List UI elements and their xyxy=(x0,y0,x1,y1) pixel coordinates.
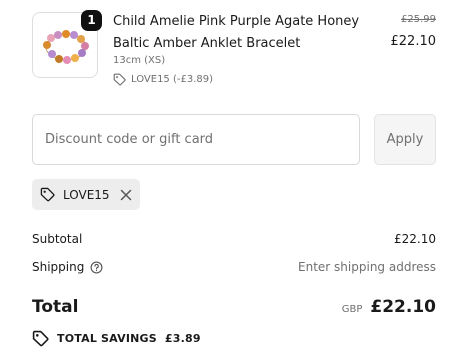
total-value: £22.10 xyxy=(370,297,436,317)
subtotal-row: Subtotal £22.10 xyxy=(32,232,436,246)
total-savings: TOTAL SAVINGS £3.89 xyxy=(32,330,201,347)
line-discount-text: LOVE15 (-£3.89) xyxy=(131,74,214,85)
total-label: Total xyxy=(32,297,79,317)
question-circle-icon[interactable] xyxy=(90,261,103,274)
savings-label: TOTAL SAVINGS xyxy=(57,332,157,345)
discounted-price: £22.10 xyxy=(390,34,437,49)
currency-code: GBP xyxy=(341,304,363,315)
close-icon xyxy=(120,189,132,200)
applied-discount-chip: LOVE15 xyxy=(32,179,140,210)
tag-icon xyxy=(40,187,55,202)
tag-icon xyxy=(113,73,126,86)
subtotal-value: £22.10 xyxy=(394,232,436,246)
total-amount-group: GBP £22.10 xyxy=(342,297,436,317)
shipping-label-group: Shipping xyxy=(32,260,103,274)
remove-discount-button[interactable] xyxy=(120,189,132,201)
shipping-value: Enter shipping address xyxy=(298,260,436,274)
shipping-row: Shipping Enter shipping address xyxy=(32,260,436,274)
total-row: Total GBP £22.10 xyxy=(32,297,436,317)
original-price: £25.99 xyxy=(401,14,436,25)
subtotal-label: Subtotal xyxy=(32,232,83,246)
tag-icon xyxy=(32,330,49,347)
product-title: Child Amelie Pink Purple Agate Honey Bal… xyxy=(113,14,360,51)
product-thumbnail: 1 xyxy=(32,10,102,78)
applied-code-label: LOVE15 xyxy=(63,187,110,202)
product-variant: 13cm (XS) xyxy=(113,55,166,66)
shipping-label: Shipping xyxy=(32,260,85,274)
cart-line-item: 1 Child Amelie Pink Purple Agate Honey B… xyxy=(32,10,436,90)
discount-code-input[interactable] xyxy=(32,114,360,165)
line-discount: LOVE15 (-£3.89) xyxy=(113,73,213,86)
savings-value: £3.89 xyxy=(164,332,201,345)
quantity-badge: 1 xyxy=(81,10,102,31)
apply-button[interactable]: Apply xyxy=(374,114,436,165)
